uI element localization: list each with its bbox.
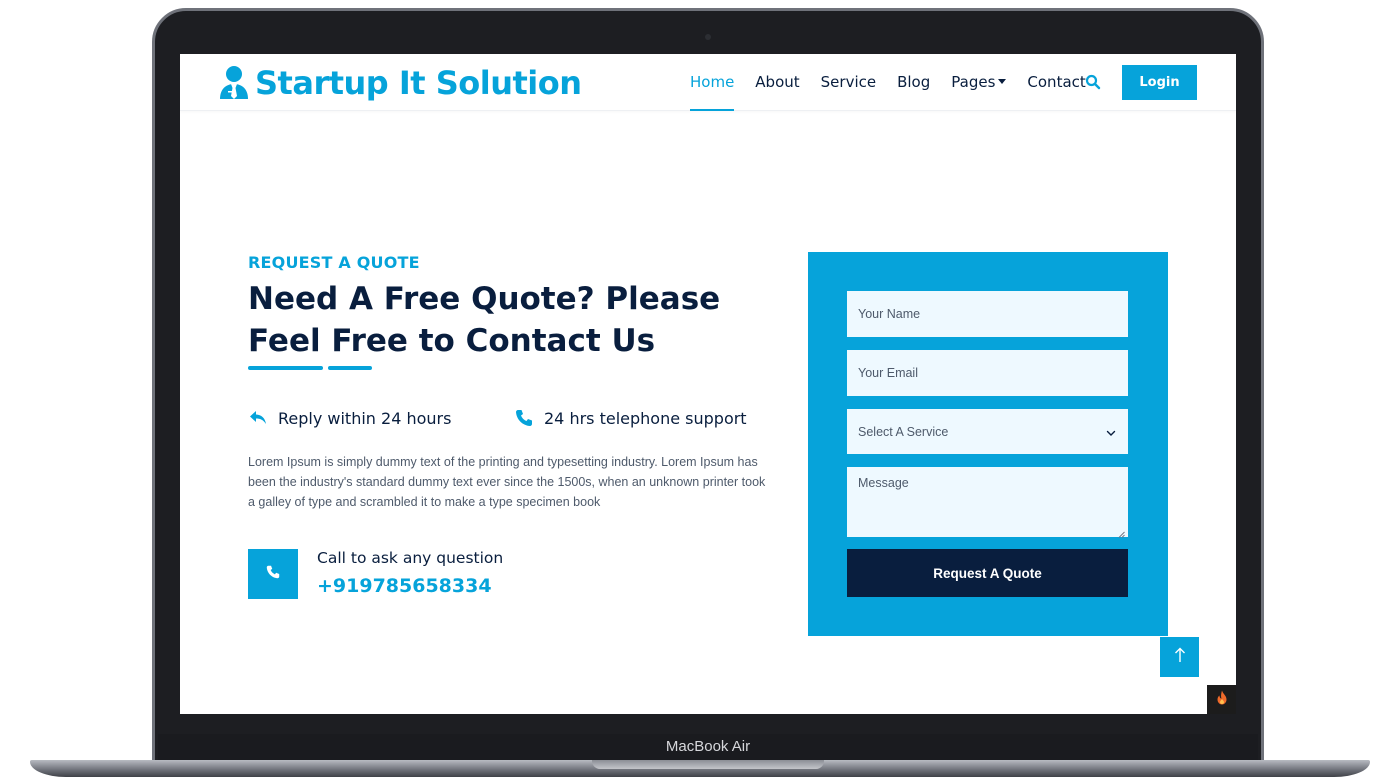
section-eyebrow: REQUEST A QUOTE bbox=[248, 253, 420, 272]
title-underline-accent bbox=[328, 366, 372, 370]
screen: Startup It Solution Home About Service B… bbox=[180, 54, 1236, 714]
request-quote-button[interactable]: Request A Quote bbox=[847, 549, 1128, 597]
nav-about[interactable]: About bbox=[755, 54, 799, 111]
caret-down-icon bbox=[998, 78, 1007, 84]
user-tie-icon bbox=[218, 65, 250, 101]
name-placeholder: Your Name bbox=[858, 307, 921, 321]
nav-pages-dropdown[interactable]: Pages bbox=[951, 54, 1007, 111]
nav-home[interactable]: Home bbox=[690, 54, 735, 111]
phone-icon bbox=[266, 565, 280, 584]
brand-logo[interactable]: Startup It Solution bbox=[218, 64, 582, 102]
search-icon[interactable] bbox=[1085, 74, 1101, 90]
feature-phone-support: 24 hrs telephone support bbox=[514, 408, 747, 428]
navbar: Startup It Solution Home About Service B… bbox=[180, 54, 1236, 111]
arrow-up-icon bbox=[1174, 647, 1186, 668]
email-placeholder: Your Email bbox=[858, 366, 918, 380]
nav-service[interactable]: Service bbox=[821, 54, 876, 111]
nav-pages-label: Pages bbox=[951, 73, 996, 91]
nav-contact[interactable]: Contact bbox=[1027, 54, 1085, 111]
brand-name: Startup It Solution bbox=[255, 64, 582, 102]
service-select[interactable]: Select A Service bbox=[847, 409, 1128, 454]
device-label: MacBook Air bbox=[665, 738, 751, 755]
camera-dot bbox=[705, 34, 711, 40]
service-selected-value: Select A Service bbox=[858, 424, 949, 439]
name-field[interactable]: Your Name bbox=[847, 291, 1128, 337]
feature-reply-label: Reply within 24 hours bbox=[278, 408, 452, 428]
back-to-top-button[interactable] bbox=[1160, 637, 1199, 677]
nav-blog[interactable]: Blog bbox=[897, 54, 930, 111]
nav-links: Home About Service Blog Pages Contact bbox=[690, 54, 1107, 111]
phone-icon bbox=[514, 408, 534, 428]
login-button[interactable]: Login bbox=[1122, 65, 1197, 100]
message-field[interactable]: Message bbox=[847, 467, 1128, 538]
email-field[interactable]: Your Email bbox=[847, 350, 1128, 396]
reply-icon bbox=[248, 408, 268, 428]
resize-grip-icon[interactable] bbox=[1118, 527, 1125, 538]
call-number[interactable]: +919785658334 bbox=[317, 575, 492, 597]
title-underline bbox=[248, 366, 323, 370]
page-title: Need A Free Quote? Please Feel Free to C… bbox=[248, 281, 721, 359]
chevron-down-icon bbox=[1106, 427, 1116, 437]
call-icon-box[interactable] bbox=[248, 549, 298, 599]
laptop-base-notch bbox=[592, 760, 824, 769]
description-text: Lorem Ipsum is simply dummy text of the … bbox=[248, 455, 766, 509]
call-label: Call to ask any question bbox=[317, 549, 504, 567]
feature-phone-label: 24 hrs telephone support bbox=[544, 408, 747, 428]
fire-icon bbox=[1216, 690, 1228, 710]
fire-widget-button[interactable] bbox=[1207, 685, 1236, 714]
feature-reply: Reply within 24 hours bbox=[248, 408, 451, 428]
quote-form: Your Name Your Email Select A Service Me… bbox=[808, 252, 1168, 636]
message-placeholder: Message bbox=[858, 476, 909, 490]
